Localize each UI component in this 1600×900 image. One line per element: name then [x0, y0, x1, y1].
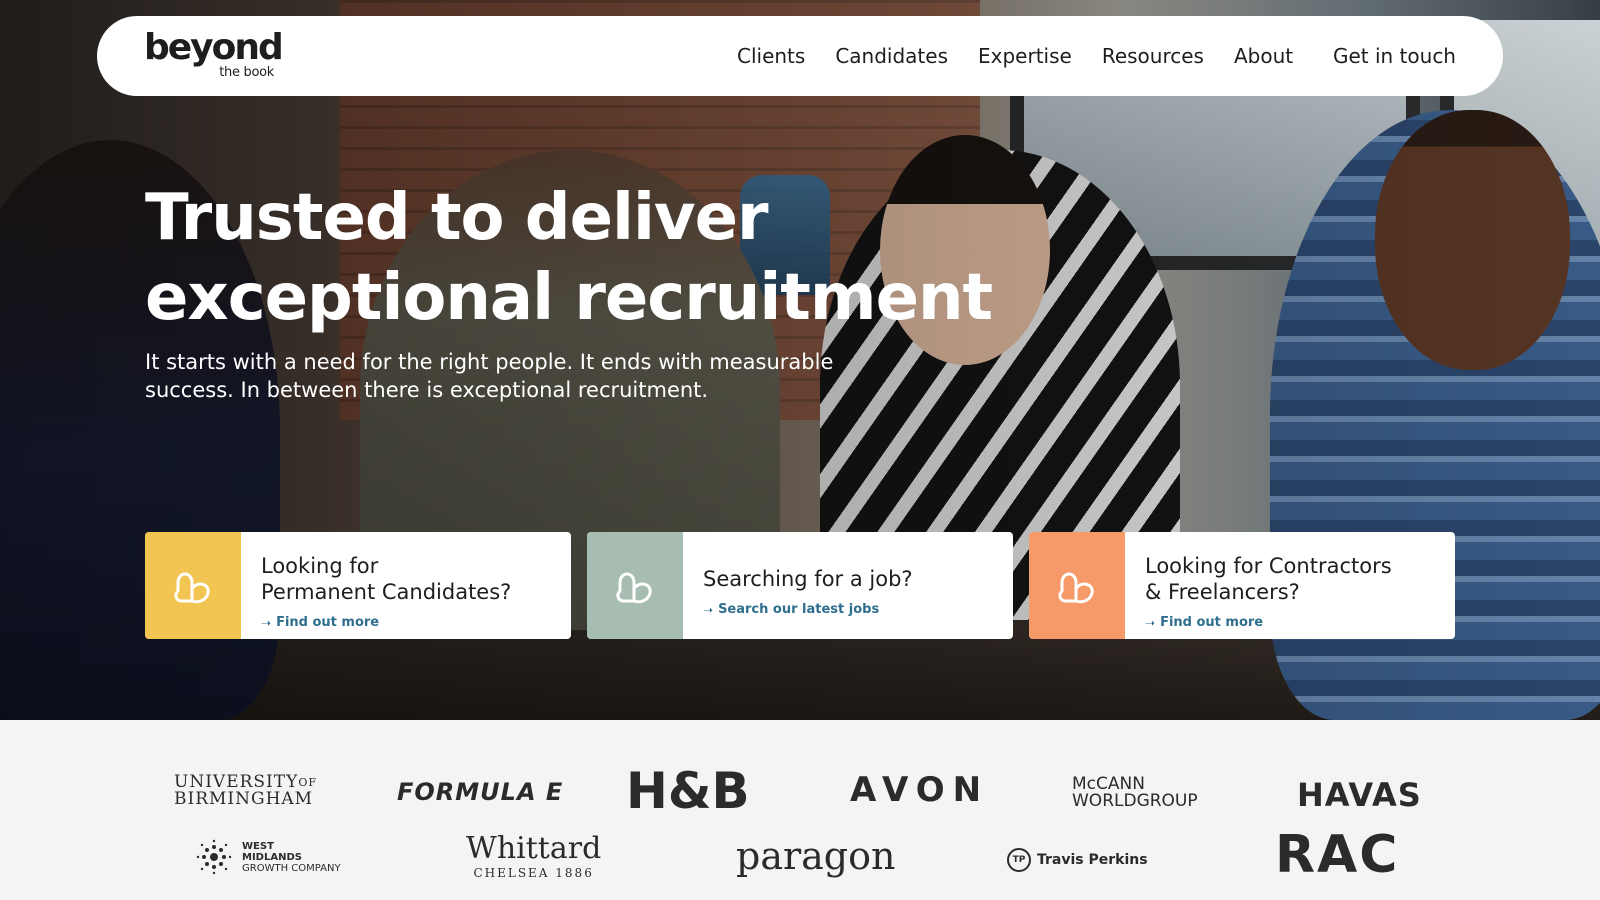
card-icon-tile [587, 532, 683, 639]
job-search-card[interactable]: Searching for a job? ➝ Search our latest… [587, 532, 1013, 639]
logo-text: CHELSEA 1886 [473, 866, 594, 880]
cta-cards: Looking for Permanent Candidates? ➝ Find… [145, 532, 1455, 639]
get-in-touch-link[interactable]: Get in touch [1333, 16, 1456, 96]
west-midlands-growth-company-logo: WEST MIDLANDS GROWTH COMPANY [196, 839, 341, 875]
arrow-right-icon: ➝ [1145, 615, 1156, 630]
dot-burst-icon [196, 839, 232, 875]
heart-outline-icon [616, 572, 652, 603]
university-of-birmingham-logo: UNIVERSITYOF BIRMINGHAM [174, 774, 317, 808]
card-title: Searching for a job? [703, 567, 913, 591]
mccann-worldgroup-logo: McCANN WORLDGROUP [1072, 776, 1198, 810]
find-out-more-link[interactable]: ➝ Find out more [1145, 615, 1437, 630]
nav-link-resources[interactable]: Resources [1102, 44, 1204, 68]
h-and-b-logo: H&B [626, 762, 750, 820]
card-body: Searching for a job? ➝ Search our latest… [683, 532, 1013, 639]
hero-subtitle: It starts with a need for the right peop… [145, 350, 834, 402]
tp-badge-icon: TP [1007, 848, 1031, 872]
brand-logo-wordmark: beyond [144, 27, 284, 68]
brand-logo-tagline: the book [219, 65, 274, 80]
nav-link-candidates[interactable]: Candidates [835, 44, 948, 68]
travis-perkins-logo: TP Travis Perkins [1007, 848, 1148, 872]
arrow-right-icon: ➝ [703, 602, 714, 617]
card-body: Looking for Contractors & Freelancers? ➝… [1125, 532, 1455, 639]
logo-text: Whittard [466, 831, 602, 866]
nav-link-expertise[interactable]: Expertise [978, 44, 1072, 68]
nav-link-clients[interactable]: Clients [737, 44, 805, 68]
search-latest-jobs-link[interactable]: ➝ Search our latest jobs [703, 602, 995, 617]
logo-text: WORLDGROUP [1072, 791, 1198, 811]
contractors-freelancers-card[interactable]: Looking for Contractors & Freelancers? ➝… [1029, 532, 1455, 639]
hero-title: Trusted to deliver exceptional recruitme… [145, 178, 1045, 338]
card-title: Looking for Contractors & Freelancers? [1145, 553, 1437, 605]
hero-title-line-2: exceptional recruitment [145, 261, 993, 335]
card-link-label: Find out more [1160, 615, 1264, 630]
card-body: Looking for Permanent Candidates? ➝ Find… [241, 532, 571, 639]
logo-text: MIDLANDS [242, 851, 302, 863]
nav-link-about[interactable]: About [1234, 44, 1293, 68]
hero-title-line-1: Trusted to deliver [145, 181, 769, 255]
brand-logo[interactable]: beyond the book [144, 27, 284, 84]
formula-e-logo: FORMULA E [397, 778, 564, 806]
logo-text: OF [298, 776, 317, 789]
whittard-logo: Whittard CHELSEA 1886 [466, 831, 602, 881]
card-link-label: Find out more [276, 615, 380, 630]
top-nav: beyond the book Clients Candidates Exper… [97, 16, 1503, 96]
logo-text: BIRMINGHAM [174, 789, 314, 809]
logo-text: GROWTH COMPANY [242, 862, 341, 874]
logo-text: Travis Perkins [1037, 852, 1148, 868]
logo-text: WEST [242, 840, 274, 852]
logo-text-block: WEST MIDLANDS GROWTH COMPANY [242, 841, 341, 874]
card-icon-tile [145, 532, 241, 639]
paragon-logo: paragon [736, 834, 896, 878]
card-title-line-2: & Freelancers? [1145, 580, 1300, 604]
nav-links: Clients Candidates Expertise Resources A… [737, 16, 1293, 96]
card-title-line-1: Looking for Contractors [1145, 554, 1392, 578]
find-out-more-link[interactable]: ➝ Find out more [261, 615, 553, 630]
card-title: Looking for Permanent Candidates? [261, 553, 553, 605]
arrow-right-icon: ➝ [261, 615, 272, 630]
card-icon-tile [1029, 532, 1125, 639]
rac-logo: RAC [1275, 825, 1400, 885]
permanent-candidates-card[interactable]: Looking for Permanent Candidates? ➝ Find… [145, 532, 571, 639]
havas-logo: HAVAS [1297, 776, 1422, 814]
card-link-label: Search our latest jobs [718, 602, 880, 617]
avon-logo: AVON [850, 770, 990, 810]
card-title-line-2: Permanent Candidates? [261, 580, 512, 604]
heart-outline-icon [1058, 572, 1094, 603]
heart-outline-icon [174, 572, 210, 603]
card-title-line-1: Looking for [261, 554, 379, 578]
